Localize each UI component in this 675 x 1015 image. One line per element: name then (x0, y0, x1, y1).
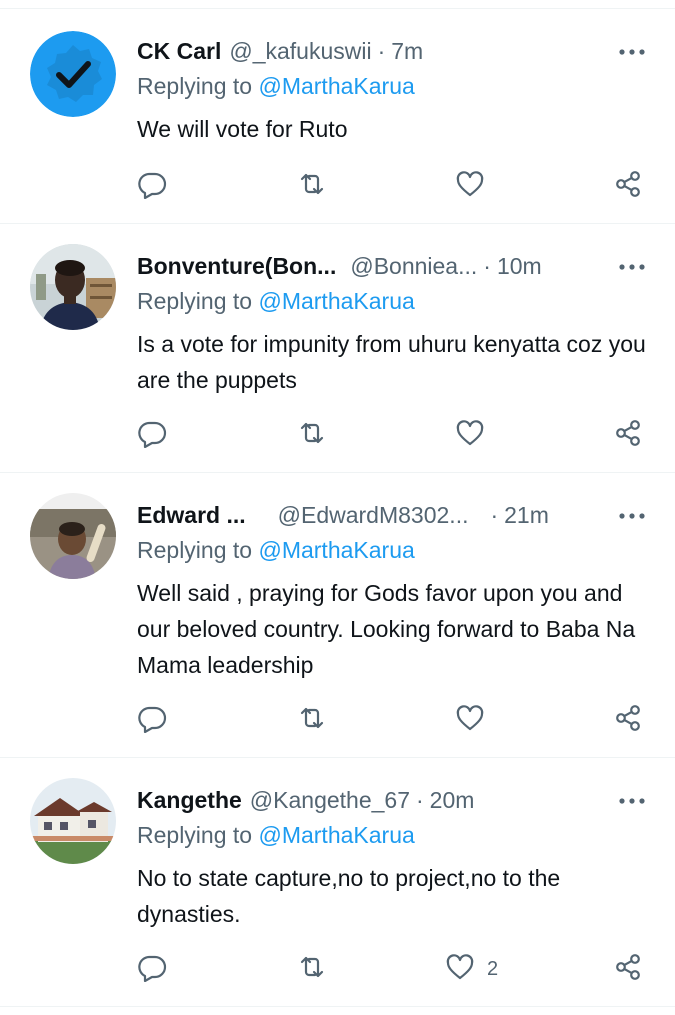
tweet-header: Edward ... @EdwardM8302... · 21m (137, 499, 647, 531)
action-bar (137, 169, 647, 203)
more-icon[interactable] (617, 41, 647, 61)
display-name[interactable]: Bonventure(Bon... (137, 253, 336, 280)
tweet-text: No to state capture,no to project,no to … (137, 865, 561, 927)
timestamp[interactable]: 20m (430, 787, 475, 814)
timestamp[interactable]: 21m (504, 502, 549, 529)
tweet[interactable]: Kangethe @Kangethe_67 · 20m Replying to … (0, 758, 675, 1007)
verified-badge-avatar (30, 31, 116, 117)
mention-link[interactable]: @MarthaKarua (258, 822, 414, 848)
mention-link[interactable]: @MarthaKarua (258, 288, 414, 314)
retweet-button[interactable] (297, 952, 327, 986)
reply-button[interactable] (137, 703, 167, 737)
retweet-icon (297, 418, 327, 453)
tweet-header: CK Carl @_kafukuswii · 7m (137, 35, 647, 67)
separator: · (416, 786, 424, 813)
like-button[interactable] (455, 703, 497, 737)
replying-to: Replying to @MarthaKarua (137, 288, 415, 315)
reply-button[interactable] (137, 418, 167, 452)
separator: · (483, 252, 491, 279)
retweet-icon (297, 952, 327, 987)
person-photo-avatar (30, 244, 116, 330)
reply-icon (137, 418, 167, 453)
share-button[interactable] (613, 169, 643, 203)
separator: · (490, 501, 499, 528)
user-handle[interactable]: @_kafukuswii (229, 38, 371, 65)
mention-link[interactable]: @MarthaKarua (258, 73, 414, 99)
timestamp[interactable]: 7m (391, 38, 423, 65)
tweet[interactable]: Bonventure(Bon... @Bonniea... · 10m Repl… (0, 224, 675, 473)
timestamp[interactable]: 10m (497, 253, 542, 280)
reply-icon (137, 703, 167, 738)
heart-icon (455, 418, 485, 453)
heart-icon (455, 703, 485, 738)
mention-link[interactable]: @MarthaKarua (258, 537, 414, 563)
more-icon[interactable] (617, 505, 647, 525)
house-photo-avatar (30, 778, 116, 864)
top-divider (0, 0, 675, 9)
share-icon (613, 169, 643, 204)
more-icon[interactable] (617, 256, 647, 276)
replying-to: Replying to @MarthaKarua (137, 537, 415, 564)
more-icon[interactable] (617, 790, 647, 810)
replying-prefix: Replying to (137, 537, 253, 563)
avatar[interactable] (30, 778, 116, 864)
share-icon (613, 952, 643, 987)
like-button[interactable]: 2 (445, 952, 498, 986)
share-button[interactable] (613, 952, 643, 986)
like-count: 2 (487, 957, 499, 980)
replying-prefix: Replying to (137, 288, 253, 314)
tweet[interactable]: CK Carl @_kafukuswii · 7m Replying to @M… (0, 9, 675, 224)
retweet-icon (297, 169, 327, 204)
share-icon (613, 703, 643, 738)
reply-icon (137, 952, 167, 987)
action-bar (137, 418, 647, 452)
heart-icon (455, 169, 485, 204)
tweet-header: Bonventure(Bon... @Bonniea... · 10m (137, 250, 647, 282)
tweet-header: Kangethe @Kangethe_67 · 20m (137, 784, 647, 816)
like-button[interactable] (455, 418, 497, 452)
reply-icon (137, 169, 167, 204)
retweet-button[interactable] (297, 418, 327, 452)
share-button[interactable] (613, 418, 643, 452)
tweet-text: We will vote for Ruto (137, 116, 348, 142)
avatar[interactable] (30, 244, 116, 330)
separator: · (377, 37, 386, 64)
tweet-text: Is a vote for impunity from uhuru kenyat… (137, 331, 646, 393)
retweet-icon (297, 703, 327, 738)
retweet-button[interactable] (297, 169, 327, 203)
tweet[interactable]: Edward ... @EdwardM8302... · 21m Replyin… (0, 473, 675, 758)
retweet-button[interactable] (297, 703, 327, 737)
user-handle[interactable]: @EdwardM8302... (278, 502, 469, 529)
replying-prefix: Replying to (137, 73, 253, 99)
action-bar (137, 703, 647, 737)
tweet-text: Well said , praying for Gods favor upon … (137, 580, 636, 678)
heart-icon (445, 952, 475, 987)
replying-prefix: Replying to (137, 822, 253, 848)
display-name[interactable]: Kangethe (137, 787, 242, 814)
user-handle[interactable]: @Bonniea... (350, 253, 477, 280)
display-name[interactable]: Edward ... (137, 502, 246, 529)
reply-button[interactable] (137, 952, 167, 986)
user-handle[interactable]: @Kangethe_67 (250, 787, 410, 814)
reply-button[interactable] (137, 169, 167, 203)
display-name[interactable]: CK Carl (137, 38, 221, 65)
replying-to: Replying to @MarthaKarua (137, 822, 415, 849)
share-icon (613, 418, 643, 453)
action-bar: 2 (137, 952, 647, 986)
child-photo-avatar (30, 493, 116, 579)
like-button[interactable] (455, 169, 497, 203)
replying-to: Replying to @MarthaKarua (137, 73, 415, 100)
avatar[interactable] (30, 493, 116, 579)
avatar[interactable] (30, 31, 116, 117)
share-button[interactable] (613, 703, 643, 737)
